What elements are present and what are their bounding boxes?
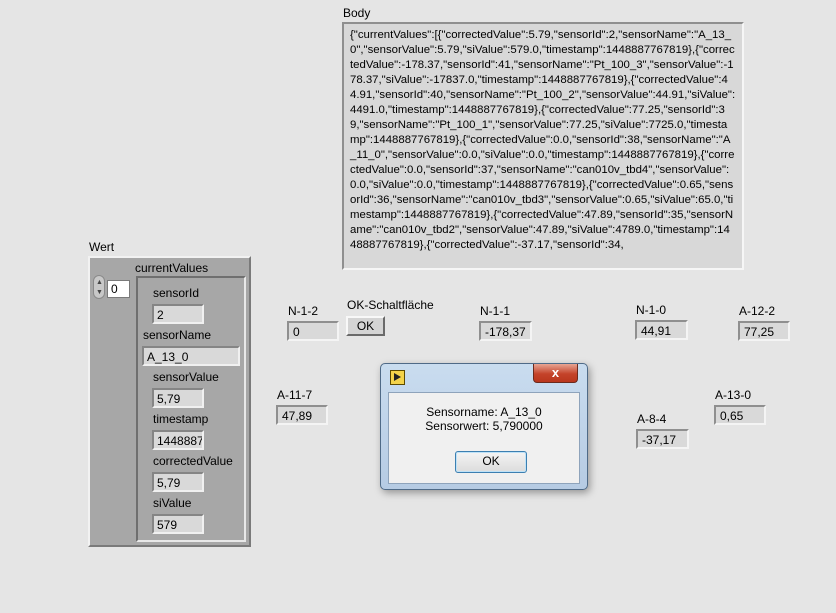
- sensorid-label: sensorId: [153, 286, 200, 300]
- body-string-indicator[interactable]: {"currentValues":[{"correctedValue":5.79…: [342, 22, 744, 270]
- spinner-down-icon[interactable]: ▼: [96, 289, 103, 296]
- wert-label: Wert: [89, 240, 115, 254]
- n-1-0-label: N-1-0: [636, 303, 667, 317]
- index-spinner[interactable]: ▲ ▼: [93, 275, 105, 299]
- n-1-2-indicator[interactable]: 0: [287, 321, 339, 341]
- sensorname-label: sensorName: [143, 328, 212, 342]
- correctedvalue-field[interactable]: 5,79: [152, 472, 204, 492]
- message-dialog: x Sensorname: A_13_0 Sensorwert: 5,79000…: [380, 363, 588, 490]
- n-1-1-label: N-1-1: [480, 304, 511, 318]
- close-icon: x: [551, 365, 560, 380]
- sensorname-field[interactable]: A_13_0: [142, 346, 240, 366]
- a-11-7-indicator[interactable]: 47,89: [276, 405, 328, 425]
- timestamp-label: timestamp: [153, 412, 209, 426]
- ok-button[interactable]: OK: [346, 316, 385, 336]
- body-label: Body: [343, 6, 371, 20]
- dialog-ok-button[interactable]: OK: [455, 451, 527, 473]
- n-1-0-indicator[interactable]: 44,91: [635, 320, 688, 340]
- a-11-7-label: A-11-7: [277, 388, 313, 402]
- a-12-2-label: A-12-2: [739, 304, 776, 318]
- array-index-input[interactable]: 0: [107, 280, 130, 298]
- spinner-up-icon[interactable]: ▲: [96, 279, 103, 286]
- ok-button-label: OK-Schaltfläche: [347, 298, 434, 312]
- sensorvalue-label: sensorValue: [153, 370, 219, 384]
- correctedvalue-label: correctedValue: [153, 454, 233, 468]
- a-12-2-indicator[interactable]: 77,25: [738, 321, 790, 341]
- sensorid-field[interactable]: 2: [152, 304, 204, 324]
- a-13-0-indicator[interactable]: 0,65: [714, 405, 766, 425]
- sivalue-label: siValue: [153, 496, 192, 510]
- a-8-4-label: A-8-4: [637, 412, 667, 426]
- sensorvalue-field[interactable]: 5,79: [152, 388, 204, 408]
- dialog-content: Sensorname: A_13_0 Sensorwert: 5,790000 …: [388, 392, 580, 484]
- n-1-1-indicator[interactable]: -178,37: [479, 321, 532, 341]
- n-1-2-label: N-1-2: [288, 304, 319, 318]
- sivalue-field[interactable]: 579: [152, 514, 204, 534]
- timestamp-field[interactable]: 1448887: [152, 430, 204, 450]
- dialog-message-sensorname: Sensorname: A_13_0: [426, 405, 542, 419]
- a-13-0-label: A-13-0: [715, 388, 752, 402]
- a-8-4-indicator[interactable]: -37,17: [636, 429, 689, 449]
- dialog-message-sensorwert: Sensorwert: 5,790000: [425, 419, 543, 433]
- current-values-label: currentValues: [135, 261, 209, 275]
- labview-app-icon: [390, 370, 405, 385]
- dialog-close-button[interactable]: x: [533, 364, 578, 383]
